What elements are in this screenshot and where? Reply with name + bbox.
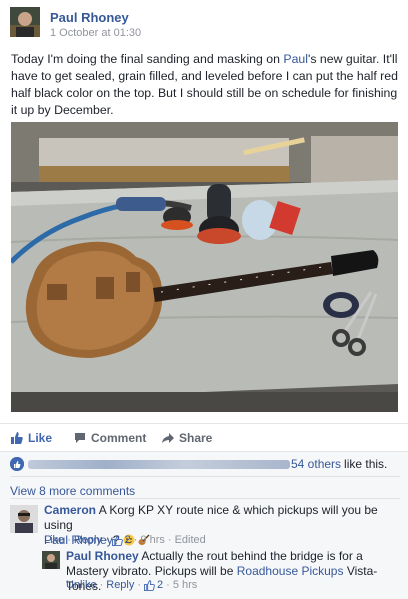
comment-meta: Like · Reply · 2 · 9 hrs · Edited [44, 534, 206, 546]
replier-avatar[interactable] [42, 551, 60, 569]
like-label: Like [28, 431, 53, 445]
post-photo[interactable] [11, 122, 398, 412]
share-arrow-icon [162, 432, 174, 444]
post-text-part1: Today I'm doing the final sanding and ma… [11, 52, 284, 66]
like-button[interactable]: Like [11, 431, 52, 445]
likes-others-link[interactable]: 54 others [291, 457, 341, 471]
view-more-comments-link[interactable]: View 8 more comments [10, 484, 135, 498]
divider [10, 476, 400, 477]
reply-item: Paul Rhoney Actually the rout behind the… [42, 549, 400, 593]
post-action-bar: Like Comment Share [0, 423, 408, 451]
reply-reply-link[interactable]: Reply [106, 579, 134, 591]
meta-separator: · [137, 579, 142, 591]
divider [10, 498, 400, 499]
share-label: Share [179, 431, 213, 445]
comment-label: Comment [91, 431, 147, 445]
post-author-name[interactable]: Paul Rhoney [50, 10, 129, 25]
meta-separator: · [67, 534, 71, 546]
comment-reply-link[interactable]: Reply [74, 534, 102, 546]
likes-summary: 54 others like this. [10, 455, 400, 473]
author-avatar[interactable] [10, 7, 40, 37]
comment-author[interactable]: Cameron [44, 503, 96, 517]
meta-separator: · [166, 579, 170, 591]
reply-meta: Unlike · Reply · 2 · 5 hrs [66, 579, 197, 591]
post-header: Paul Rhoney 1 October at 01:30 [10, 7, 400, 39]
meta-separator: · [104, 534, 109, 546]
comment-like-count[interactable]: 2 [111, 534, 131, 546]
likes-suffix: like this. [344, 457, 388, 471]
speech-bubble-icon [74, 432, 86, 444]
post-text: Today I'm doing the final sanding and ma… [11, 51, 399, 119]
comment-like-count-value: 2 [124, 534, 131, 546]
thumbs-up-icon [11, 432, 23, 444]
comment-time[interactable]: 9 hrs [140, 534, 164, 546]
thumbs-up-icon [144, 579, 155, 591]
comment-item: Cameron A Korg KP XY route nice & which … [10, 503, 400, 547]
reply-like-count[interactable]: 2 [144, 579, 163, 591]
post-timestamp[interactable]: 1 October at 01:30 [50, 27, 141, 39]
meta-separator: · [99, 579, 104, 591]
thumbs-up-icon [111, 534, 123, 546]
comment-edited[interactable]: Edited [175, 534, 206, 546]
blurred-names [28, 459, 290, 469]
comment-button[interactable]: Comment [74, 431, 146, 445]
reply-author[interactable]: Paul Rhoney [66, 549, 139, 563]
commenter-avatar[interactable] [10, 505, 38, 533]
comment-like-link[interactable]: Like [44, 534, 64, 546]
post-mention[interactable]: Paul [283, 52, 308, 66]
reply-time[interactable]: 5 hrs [173, 579, 197, 591]
reply-unlike-link[interactable]: Unlike [66, 579, 97, 591]
reply-like-count-value: 2 [157, 579, 164, 591]
share-button[interactable]: Share [162, 431, 212, 445]
like-reaction-icon [10, 457, 24, 471]
meta-separator: · [133, 534, 138, 546]
reply-link[interactable]: Roadhouse Pickups [237, 564, 344, 578]
meta-separator: · [167, 534, 172, 546]
